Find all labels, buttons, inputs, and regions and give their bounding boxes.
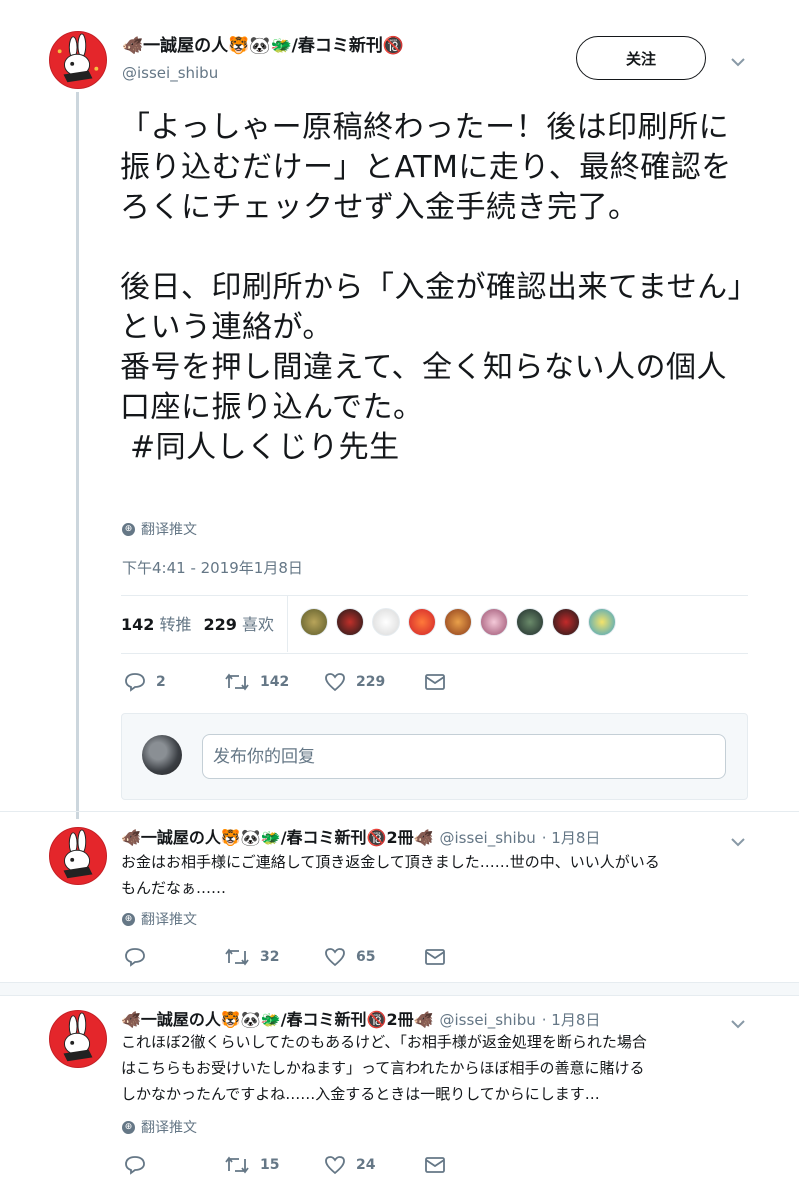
liker-avatar[interactable] [552, 608, 580, 636]
heart-icon [325, 948, 345, 967]
display-name[interactable]: 🐗一誠屋の人🐯🐼🐲/春コミ新刊🔞2冊🐗 [121, 1006, 434, 1030]
reply-action[interactable] [124, 947, 146, 967]
globe-icon: ⊕ [122, 522, 135, 536]
liker-avatar[interactable] [444, 608, 472, 636]
likers-avatars [300, 608, 616, 636]
retweet-action[interactable]: 15 [224, 1155, 279, 1175]
tweet-header: 🐗一誠屋の人🐯🐼🐲/春コミ新刊🔞2冊🐗 @issei_shibu · 1月8日 [121, 1006, 600, 1030]
tweet-text: 「よっしゃー原稿終わったー！後は印刷所に振り込むだけー」とATMに走り、最終確認… [120, 110, 744, 465]
reply-icon [125, 1156, 145, 1175]
tweet-date[interactable]: · 1月8日 [542, 1009, 601, 1030]
stats-separator [287, 596, 288, 652]
reply-action[interactable] [124, 1155, 146, 1175]
translate-label: 翻译推文 [141, 522, 197, 538]
rabbit-avatar-icon [50, 1011, 106, 1067]
follow-button[interactable]: 关注 [576, 36, 706, 80]
retweet-stat[interactable]: 142 转推 [121, 611, 192, 635]
globe-icon: ⊕ [122, 912, 135, 926]
tweet-header: 🐗一誠屋の人🐯🐼🐲/春コミ新刊🔞2冊🐗 @issei_shibu · 1月8日 [121, 824, 600, 848]
liker-avatar[interactable] [408, 608, 436, 636]
user-handle[interactable]: @issei_shibu [440, 829, 536, 847]
liker-avatar[interactable] [588, 608, 616, 636]
retweet-action[interactable]: 32 [224, 947, 279, 967]
heart-icon [325, 1156, 345, 1175]
heart-icon [325, 673, 345, 692]
envelope-icon [425, 1157, 445, 1173]
message-action[interactable] [424, 1156, 446, 1174]
liker-avatar[interactable] [372, 608, 400, 636]
retweet-icon [225, 1156, 249, 1174]
retweet-icon [225, 948, 249, 966]
tweet-text: これほぼ2徹くらいしてたのもあるけど、「お相手様が返金処理を断られた場合 はこち… [121, 1033, 647, 1103]
reply-action[interactable]: 2 [124, 672, 166, 692]
user-handle[interactable]: @issei_shibu [122, 64, 218, 82]
liker-avatar[interactable] [516, 608, 544, 636]
reply-icon [125, 948, 145, 967]
translate-tweet-link[interactable]: ⊕ 翻译推文 [122, 1117, 197, 1137]
like-action[interactable]: 65 [324, 947, 375, 967]
like-action[interactable]: 24 [324, 1155, 375, 1175]
tweet-text: お金はお相手様にご連絡して頂き返金して頂きました……世の中、いい人がいる もんだ… [121, 853, 660, 897]
reply-icon [125, 673, 145, 692]
divider [0, 811, 799, 812]
tweet-separator [0, 982, 799, 996]
envelope-icon [425, 949, 445, 965]
divider [121, 653, 748, 654]
divider [121, 595, 748, 596]
translate-tweet-link[interactable]: ⊕ 翻译推文 [122, 909, 197, 929]
liker-avatar[interactable] [300, 608, 328, 636]
thread-connector-line [76, 92, 79, 819]
like-stat[interactable]: 229 喜欢 [204, 611, 275, 635]
like-action[interactable]: 229 [324, 672, 385, 692]
avatar[interactable] [49, 31, 107, 89]
envelope-icon [425, 674, 445, 690]
user-handle[interactable]: @issei_shibu [440, 1011, 536, 1029]
rabbit-avatar-icon [50, 32, 106, 88]
message-action[interactable] [424, 948, 446, 966]
reply-input[interactable] [202, 734, 726, 779]
tweet-date[interactable]: · 1月8日 [542, 827, 601, 848]
retweet-action[interactable]: 142 [224, 672, 289, 692]
tweet-stats: 142 转推 229 喜欢 [121, 611, 274, 635]
tweet-timestamp[interactable]: 下午4:41 - 2019年1月8日 [122, 557, 303, 578]
translate-tweet-link[interactable]: ⊕ 翻译推文 [122, 519, 197, 539]
retweet-icon [225, 673, 249, 691]
liker-avatar[interactable] [336, 608, 364, 636]
rabbit-avatar-icon [50, 828, 106, 884]
liker-avatar[interactable] [480, 608, 508, 636]
current-user-avatar [142, 735, 182, 775]
display-name[interactable]: 🐗一誠屋の人🐯🐼🐲/春コミ新刊🔞 [122, 31, 404, 56]
chevron-down-icon[interactable] [730, 52, 746, 71]
display-name[interactable]: 🐗一誠屋の人🐯🐼🐲/春コミ新刊🔞2冊🐗 [121, 824, 434, 848]
avatar[interactable] [49, 1010, 107, 1068]
message-action[interactable] [424, 673, 446, 691]
avatar[interactable] [49, 827, 107, 885]
globe-icon: ⊕ [122, 1120, 135, 1134]
